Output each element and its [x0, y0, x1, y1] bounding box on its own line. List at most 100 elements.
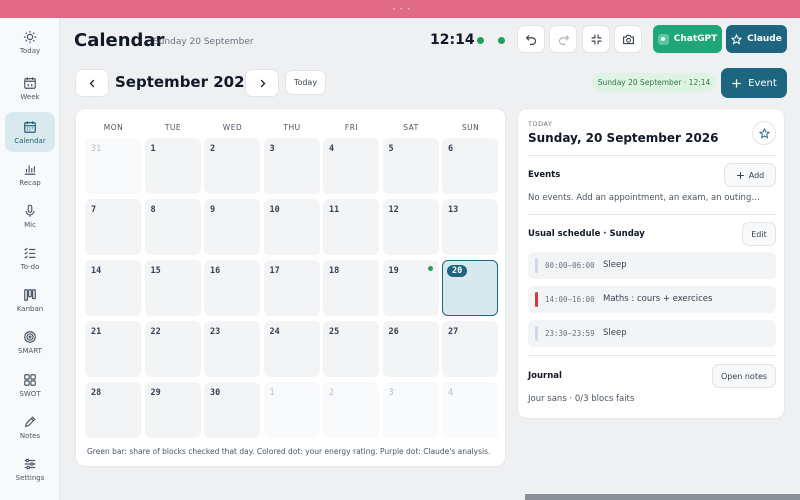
divider — [528, 214, 776, 215]
weekday-header: WED — [222, 123, 243, 132]
calendar-day[interactable]: 7 — [85, 199, 141, 255]
calendar-day[interactable]: 30 — [204, 382, 260, 438]
today-button[interactable]: Today — [285, 70, 326, 95]
events-title: Events — [528, 170, 561, 180]
calendar-day[interactable]: 24 — [263, 321, 320, 377]
schedule-color-bar — [535, 258, 538, 273]
redo-button[interactable] — [549, 25, 577, 53]
sliders-icon — [24, 458, 36, 469]
day-number: 26 — [388, 327, 399, 337]
schedule-item[interactable]: 23:30–23:59 Sleep — [528, 320, 776, 347]
claude-label: Claude — [747, 34, 782, 44]
day-number: 2 — [210, 144, 216, 154]
day-number: 22 — [150, 327, 161, 337]
journal-status: Jour sans · 0/3 blocs faits — [528, 394, 635, 404]
screenshot-button[interactable] — [614, 25, 642, 53]
calendar-day[interactable]: 2 — [204, 138, 260, 194]
page-subtitle: Sunday 20 September — [153, 37, 254, 47]
add-event-small-button[interactable]: Add — [724, 163, 776, 187]
undo-button[interactable] — [517, 25, 545, 53]
calendar-day[interactable]: 3 — [263, 138, 320, 194]
calendar-day[interactable]: 23 — [204, 321, 260, 377]
energy-dot — [427, 266, 433, 271]
schedule-color-bar — [535, 326, 538, 341]
open-notes-button[interactable]: Open notes — [712, 364, 776, 388]
sidebar-item-notes[interactable]: Notes — [5, 407, 55, 447]
calendar-day[interactable]: 13 — [442, 199, 498, 255]
calendar-day[interactable]: 18 — [323, 260, 379, 316]
schedule-time: 14:00–16:00 — [545, 295, 595, 304]
window-top-bar: • • • — [0, 0, 800, 18]
calendar-day[interactable]: 4 — [442, 382, 498, 438]
calendar-day[interactable]: 8 — [144, 199, 201, 255]
chatgpt-label: ChatGPT — [673, 34, 718, 44]
day-number: 6 — [448, 144, 454, 154]
previous-month-button[interactable] — [75, 69, 109, 97]
calendar-day-today[interactable]: 20 — [442, 260, 498, 316]
calendar-day[interactable]: 11 — [323, 199, 379, 255]
events-empty-message: No events. Add an appointment, an exam, … — [528, 193, 760, 203]
schedule-item[interactable]: 14:00–16:00 Maths : cours + exercices — [528, 286, 776, 313]
calendar-day[interactable]: 16 — [204, 260, 260, 316]
sidebar-item-mic[interactable]: Mic — [5, 196, 55, 236]
target-icon — [24, 330, 36, 343]
calendar-day[interactable]: 4 — [323, 138, 379, 194]
calendar-day[interactable]: 2 — [323, 382, 379, 438]
status-dot — [498, 37, 505, 44]
sidebar-item-settings[interactable]: Settings — [5, 449, 55, 489]
claude-button[interactable]: Claude — [726, 25, 787, 53]
day-number: 13 — [448, 205, 459, 215]
calendar-day[interactable]: 10 — [263, 199, 320, 255]
sidebar-item-kanban[interactable]: Kanban — [5, 280, 55, 320]
calendar-day[interactable]: 6 — [442, 138, 498, 194]
calendar-day[interactable]: 28 — [85, 382, 141, 438]
plus-icon — [732, 78, 741, 88]
sidebar-item-todo[interactable]: To-do — [5, 238, 55, 278]
calendar-day[interactable]: 31 — [85, 138, 141, 194]
calendar-day[interactable]: 9 — [204, 199, 260, 255]
calendar-day[interactable]: 26 — [382, 321, 439, 377]
sidebar-item-today[interactable]: Today — [5, 22, 55, 62]
day-number: 28 — [91, 388, 102, 398]
calendar-day[interactable]: 19 — [382, 260, 439, 316]
calendar-day[interactable]: 12 — [382, 199, 439, 255]
sidebar-item-week[interactable]: Week — [5, 68, 55, 108]
calendar-day[interactable]: 17 — [263, 260, 320, 316]
compact-view-button[interactable] — [582, 25, 610, 53]
calendar-day[interactable]: 1 — [144, 138, 201, 194]
schedule-time: 23:30–23:59 — [545, 329, 595, 338]
favorite-button[interactable] — [752, 121, 776, 145]
calendar-day[interactable]: 5 — [382, 138, 439, 194]
calendar-day[interactable]: 14 — [85, 260, 141, 316]
calendar-day[interactable]: 22 — [144, 321, 201, 377]
chatgpt-button[interactable]: ChatGPT — [653, 25, 722, 53]
sidebar-item-smart[interactable]: SMART — [5, 322, 55, 362]
day-number: 31 — [91, 144, 102, 154]
sidebar-item-label: To-do — [20, 262, 40, 271]
sidebar-item-label: Kanban — [16, 304, 44, 313]
day-number: 3 — [269, 144, 275, 154]
window-drag-handle[interactable]: • • • — [392, 6, 411, 13]
calendar-day[interactable]: 3 — [382, 382, 439, 438]
schedule-title: Usual schedule · Sunday — [528, 229, 645, 239]
horizontal-scrollbar[interactable] — [525, 494, 800, 500]
grid-icon — [24, 373, 36, 386]
calendar-day[interactable]: 15 — [144, 260, 201, 316]
calendar-day[interactable]: 21 — [85, 321, 141, 377]
calendar-day[interactable]: 29 — [144, 382, 201, 438]
day-number: 2 — [329, 388, 335, 398]
sidebar-item-recap[interactable]: Recap — [5, 154, 55, 194]
weekday-header: MON — [103, 123, 124, 132]
day-number: 21 — [91, 327, 102, 337]
calendar-day[interactable]: 1 — [263, 382, 320, 438]
star-icon — [758, 127, 770, 139]
next-month-button[interactable] — [245, 69, 279, 97]
add-event-button[interactable]: Event — [721, 68, 787, 98]
sidebar-item-swot[interactable]: SWOT — [5, 365, 55, 405]
schedule-item[interactable]: 00:00–06:00 Sleep — [528, 252, 776, 279]
sidebar-item-calendar[interactable]: Calendar — [5, 112, 55, 152]
sun-icon — [23, 30, 37, 43]
edit-schedule-button[interactable]: Edit — [742, 222, 776, 246]
calendar-day[interactable]: 27 — [442, 321, 498, 377]
calendar-day[interactable]: 25 — [323, 321, 379, 377]
